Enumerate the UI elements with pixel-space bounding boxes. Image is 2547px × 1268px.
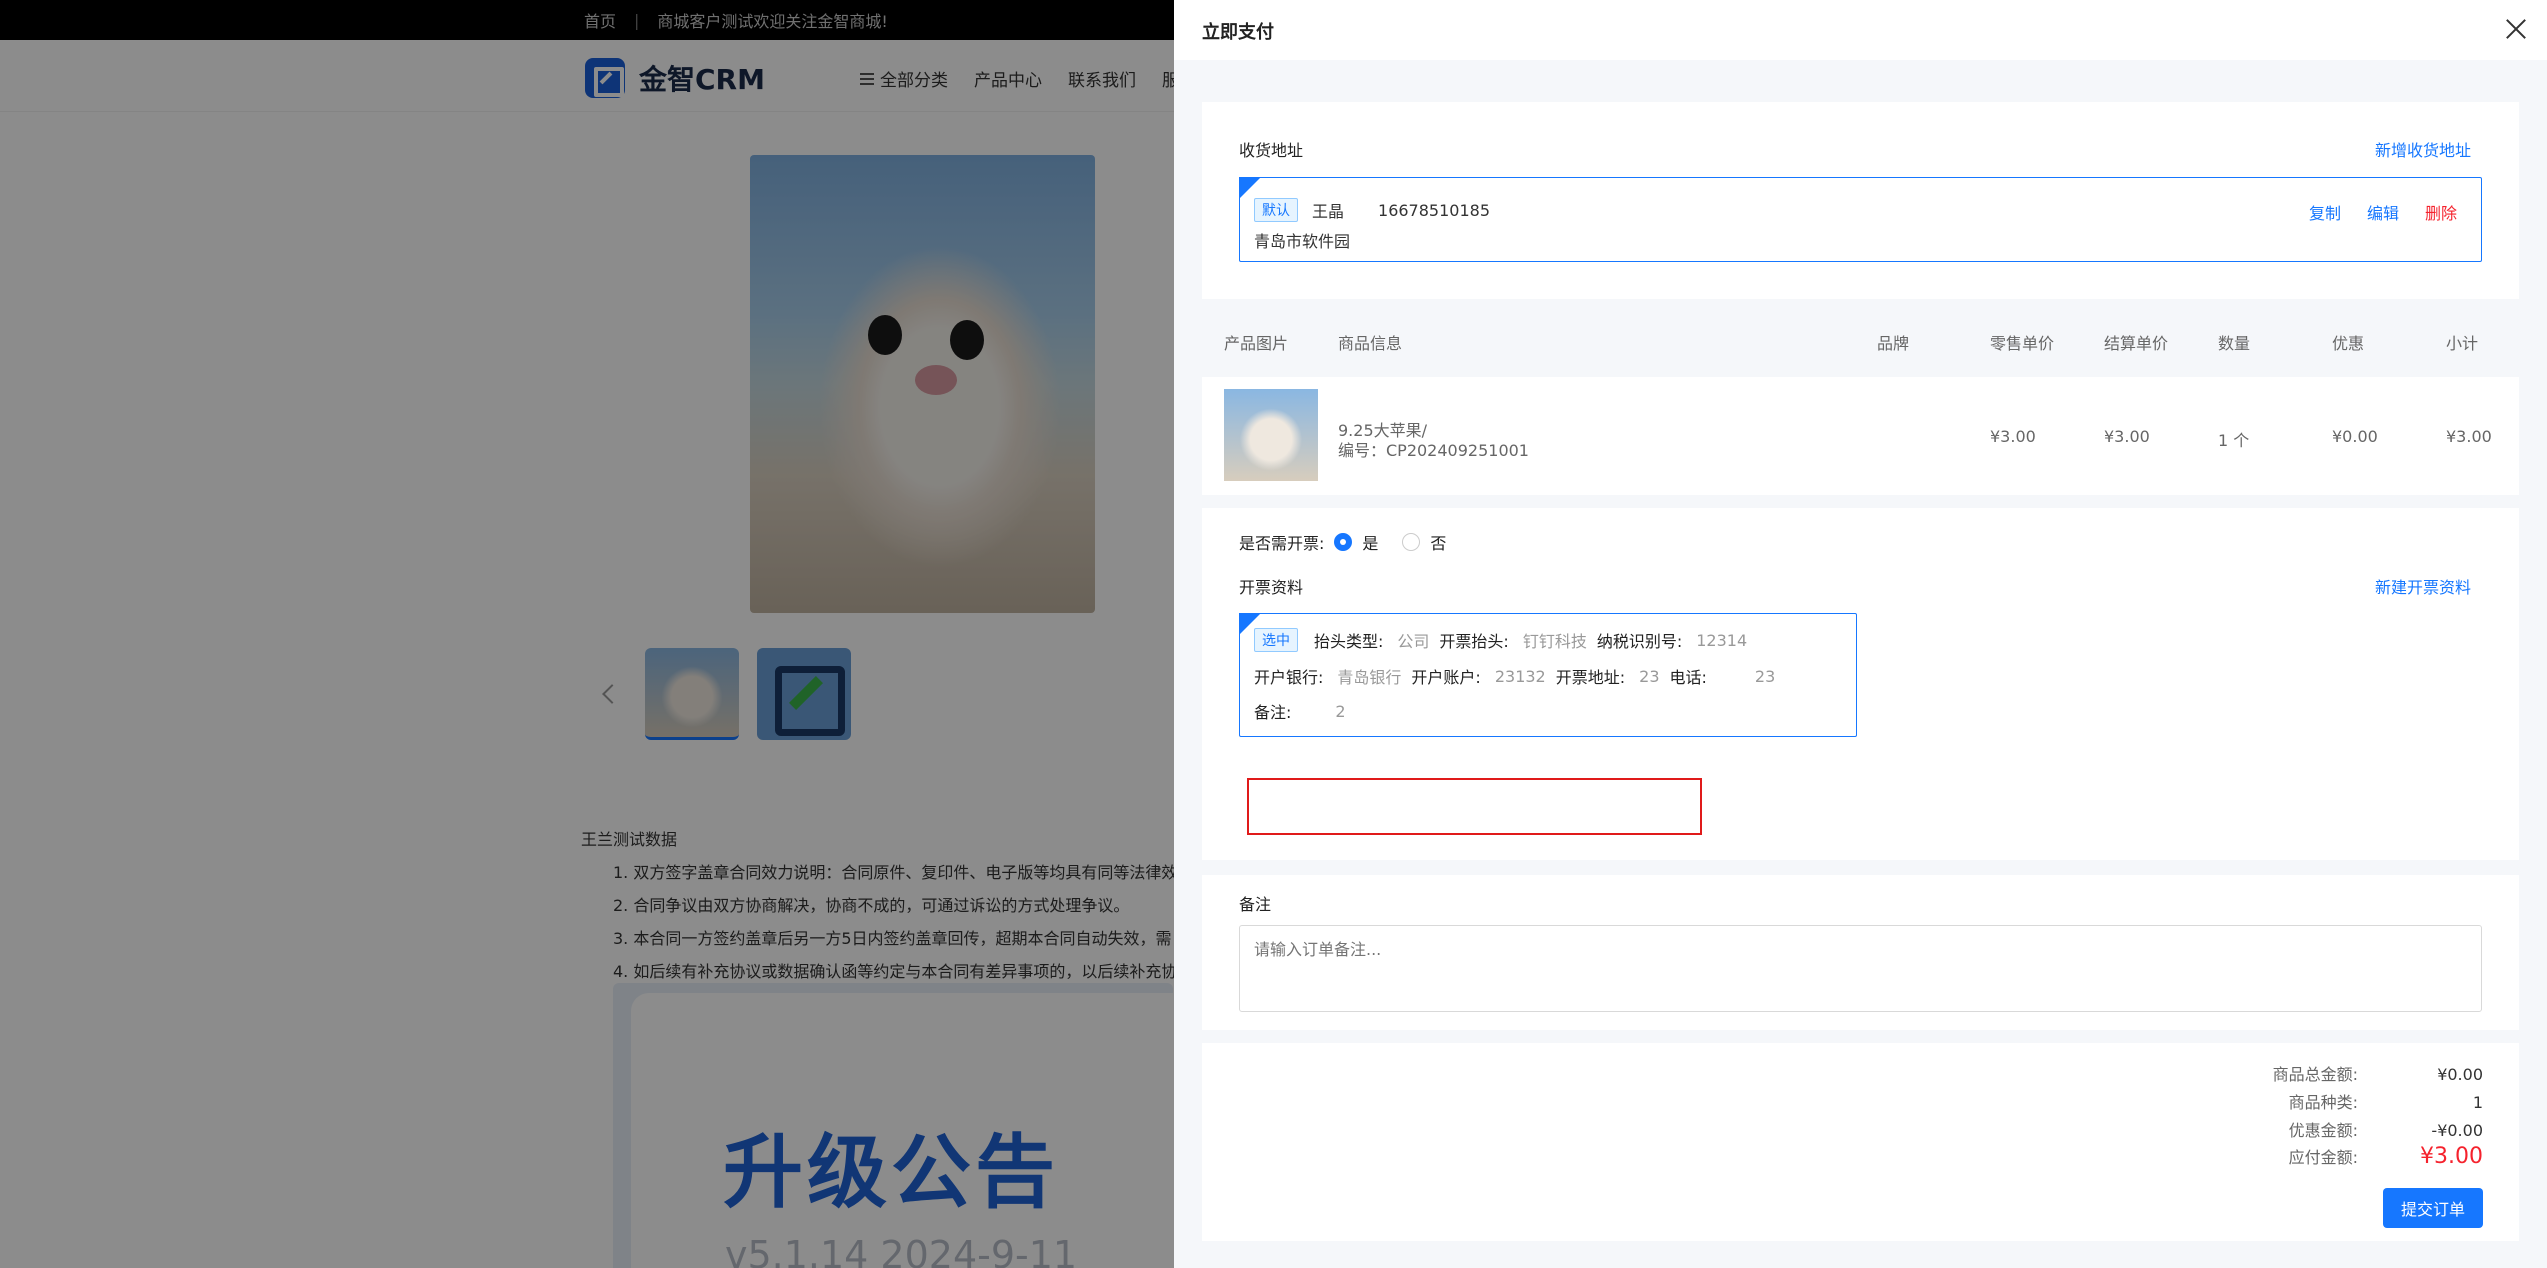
bank-value: 青岛银行 — [1337, 668, 1402, 687]
invoice-address-key: 开票地址: — [1555, 668, 1626, 687]
column-header: 产品图片 — [1224, 334, 1289, 353]
address-label: 收货地址 — [1239, 141, 1304, 160]
total-amount-key: 商品总金额: — [2272, 1065, 2358, 1084]
remark-value: 2 — [1335, 701, 1346, 721]
modal-overlay[interactable] — [0, 0, 1174, 1268]
highlight-box — [1247, 778, 1702, 835]
invoice-header-value: 钉钉科技 — [1522, 632, 1587, 651]
tax-id-key: 纳税识别号: — [1596, 632, 1683, 651]
account-key: 开户账户: — [1411, 668, 1481, 687]
invoice-need-label: 是否需开票: — [1239, 534, 1325, 553]
retail-price: ¥3.00 — [1990, 427, 2036, 446]
close-icon[interactable] — [2505, 18, 2527, 40]
column-header: 优惠 — [2332, 334, 2365, 353]
quantity: 1 个 — [2218, 431, 2250, 450]
invoice-card[interactable]: 选中 抬头类型: 公司 开票抬头: 钉钉科技 纳税识别号: 12314 开户银行… — [1239, 613, 1857, 737]
copy-address-link[interactable]: 复制 — [2309, 200, 2341, 224]
header-type-value: 公司 — [1397, 632, 1430, 651]
bank-key: 开户银行: — [1254, 668, 1324, 687]
payable-amount-key: 应付金额: — [2288, 1148, 2358, 1167]
invoice-no-label[interactable]: 否 — [1430, 530, 1446, 554]
submit-order-button[interactable]: 提交订单 — [2383, 1188, 2483, 1228]
check-icon — [1240, 633, 1251, 644]
goods-code: 编号：CP202409251001 — [1338, 441, 1529, 460]
column-header: 小计 — [2446, 334, 2479, 353]
add-address-link[interactable]: 新增收货地址 — [2375, 137, 2471, 161]
discount: ¥0.00 — [2332, 427, 2378, 446]
remark-key: 备注: — [1254, 703, 1292, 722]
subtotal: ¥3.00 — [2446, 427, 2492, 446]
goods-kinds-value: 1 — [2472, 1093, 2483, 1112]
goods-table-header: 产品图片 商品信息 品牌 零售单价 结算单价 数量 优惠 小计 — [1202, 310, 2519, 370]
selected-tag: 选中 — [1254, 628, 1298, 652]
goods-kinds-key: 商品种类: — [2288, 1093, 2358, 1112]
delete-address-link[interactable]: 删除 — [2425, 200, 2457, 224]
edit-address-link[interactable]: 编辑 — [2367, 200, 2399, 224]
order-remark-input[interactable] — [1239, 925, 2482, 1012]
address-panel: 收货地址 新增收货地址 默认 王晶 16678510185 青岛市软件园 复制 … — [1202, 102, 2519, 299]
invoice-info-label: 开票资料 — [1239, 578, 1304, 597]
discount-amount-value: -¥0.00 — [2431, 1121, 2483, 1140]
remark-panel: 备注 — [1202, 875, 2519, 1030]
address-detail: 青岛市软件园 — [1254, 232, 1351, 251]
selected-corner — [1239, 177, 1261, 208]
new-invoice-link[interactable]: 新建开票资料 — [2375, 574, 2471, 598]
payable-amount-value: ¥3.00 — [2420, 1144, 2483, 1169]
address-card[interactable]: 默认 王晶 16678510185 青岛市软件园 复制 编辑 删除 — [1239, 177, 2482, 262]
settle-price: ¥3.00 — [2104, 427, 2150, 446]
table-row: 9.25大苹果/ 编号：CP202409251001 ¥3.00 ¥3.00 1… — [1202, 377, 2519, 495]
header-type-key: 抬头类型: — [1314, 632, 1384, 651]
column-header: 数量 — [2218, 334, 2251, 353]
tel-key: 电话: — [1669, 668, 1707, 687]
invoice-address-value: 23 — [1639, 666, 1660, 686]
column-header: 零售单价 — [1990, 334, 2055, 353]
receiver-phone: 16678510185 — [1378, 200, 1490, 220]
total-amount-value: ¥0.00 — [2437, 1065, 2483, 1084]
invoice-yes-radio[interactable] — [1334, 533, 1353, 551]
remark-label: 备注 — [1239, 895, 1272, 914]
invoice-no-radio[interactable] — [1402, 533, 1421, 551]
column-header: 结算单价 — [2104, 334, 2169, 353]
check-icon — [1240, 197, 1251, 208]
column-header: 商品信息 — [1338, 334, 1403, 353]
tax-id-value: 12314 — [1696, 630, 1748, 650]
discount-amount-key: 优惠金额: — [2288, 1121, 2358, 1140]
receiver-name: 王晶 — [1312, 202, 1345, 221]
payment-drawer: 立即支付 收货地址 新增收货地址 默认 王晶 16678510185 青岛市软件… — [1174, 0, 2547, 1268]
invoice-header-key: 开票抬头: — [1439, 632, 1509, 651]
invoice-panel: 是否需开票: 是 否 开票资料 新建开票资料 选中 抬头类型: 公司 开票抬头:… — [1202, 508, 2519, 860]
drawer-title: 立即支付 — [1202, 22, 1274, 43]
column-header: 品牌 — [1877, 334, 1910, 353]
drawer-header: 立即支付 — [1174, 0, 2547, 60]
invoice-yes-label[interactable]: 是 — [1362, 530, 1378, 554]
goods-image — [1224, 389, 1318, 481]
tel-value: 23 — [1754, 666, 1776, 686]
default-tag: 默认 — [1254, 198, 1298, 222]
account-value: 23132 — [1494, 666, 1546, 686]
summary-panel: 商品总金额: ¥0.00 商品种类: 1 优惠金额: -¥0.00 应付金额: … — [1202, 1043, 2519, 1241]
